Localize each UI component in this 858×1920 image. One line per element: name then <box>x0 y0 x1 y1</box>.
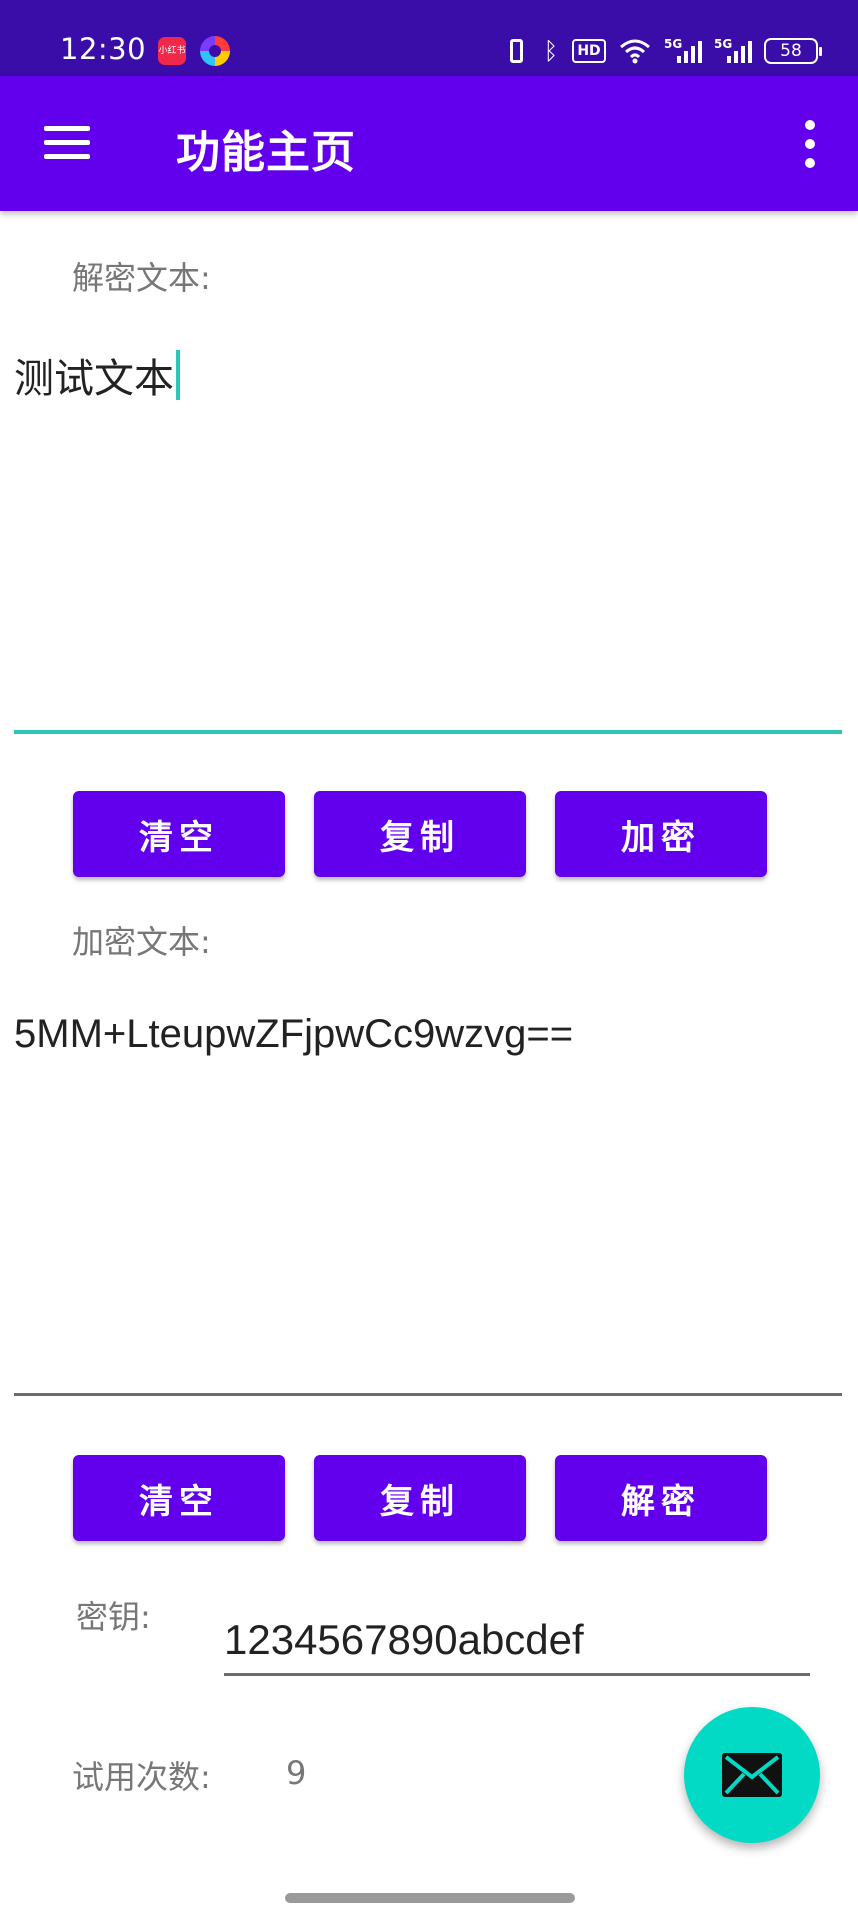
text-cursor <box>176 350 180 400</box>
ciphertext-input[interactable]: 5MM+LteupwZFjpwCc9wzvg== <box>14 1012 842 1396</box>
plaintext-input[interactable]: 测试文本 <box>14 346 842 734</box>
battery-icon: 58 <box>764 38 822 64</box>
trial-count-label: 试用次数: <box>72 1758 211 1796</box>
mail-fab-button[interactable] <box>684 1707 820 1843</box>
more-options-icon[interactable] <box>798 120 822 168</box>
encrypt-button[interactable]: 加密 <box>555 791 767 877</box>
clear-ciphertext-button[interactable]: 清空 <box>73 1455 285 1541</box>
app-notification-icon <box>200 36 230 66</box>
key-label: 密钥: <box>76 1598 151 1636</box>
vibrate-icon <box>502 37 530 65</box>
key-input[interactable]: 1234567890abcdef <box>224 1616 810 1676</box>
home-indicator[interactable] <box>285 1893 575 1903</box>
wifi-icon <box>618 37 652 65</box>
page-title: 功能主页 <box>176 127 356 178</box>
ciphertext-label: 加密文本: <box>72 923 211 961</box>
app-notification-icon: 小红书 <box>158 37 186 65</box>
app-bar: 功能主页 <box>0 76 858 211</box>
signal-icon: 5G <box>714 37 752 65</box>
copy-ciphertext-button[interactable]: 复制 <box>314 1455 526 1541</box>
hd-icon: HD <box>572 39 606 63</box>
status-time: 12:30 <box>60 32 147 66</box>
menu-icon[interactable] <box>44 126 92 162</box>
plaintext-value: 测试文本 <box>14 356 174 402</box>
trial-count-value: 9 <box>286 1754 307 1792</box>
mail-icon <box>722 1753 782 1797</box>
ciphertext-value: 5MM+LteupwZFjpwCc9wzvg== <box>14 1012 574 1056</box>
signal-icon: 5G <box>664 37 702 65</box>
decrypt-button[interactable]: 解密 <box>555 1455 767 1541</box>
bluetooth-icon: ᛒ <box>543 37 559 65</box>
status-icons: ᛒ HD 5G 5G 58 <box>502 34 822 68</box>
status-bar: 12:30 小红书 ᛒ HD 5G 5G 58 <box>0 0 858 76</box>
clear-plaintext-button[interactable]: 清空 <box>73 791 285 877</box>
plaintext-label: 解密文本: <box>72 259 211 297</box>
copy-plaintext-button[interactable]: 复制 <box>314 791 526 877</box>
